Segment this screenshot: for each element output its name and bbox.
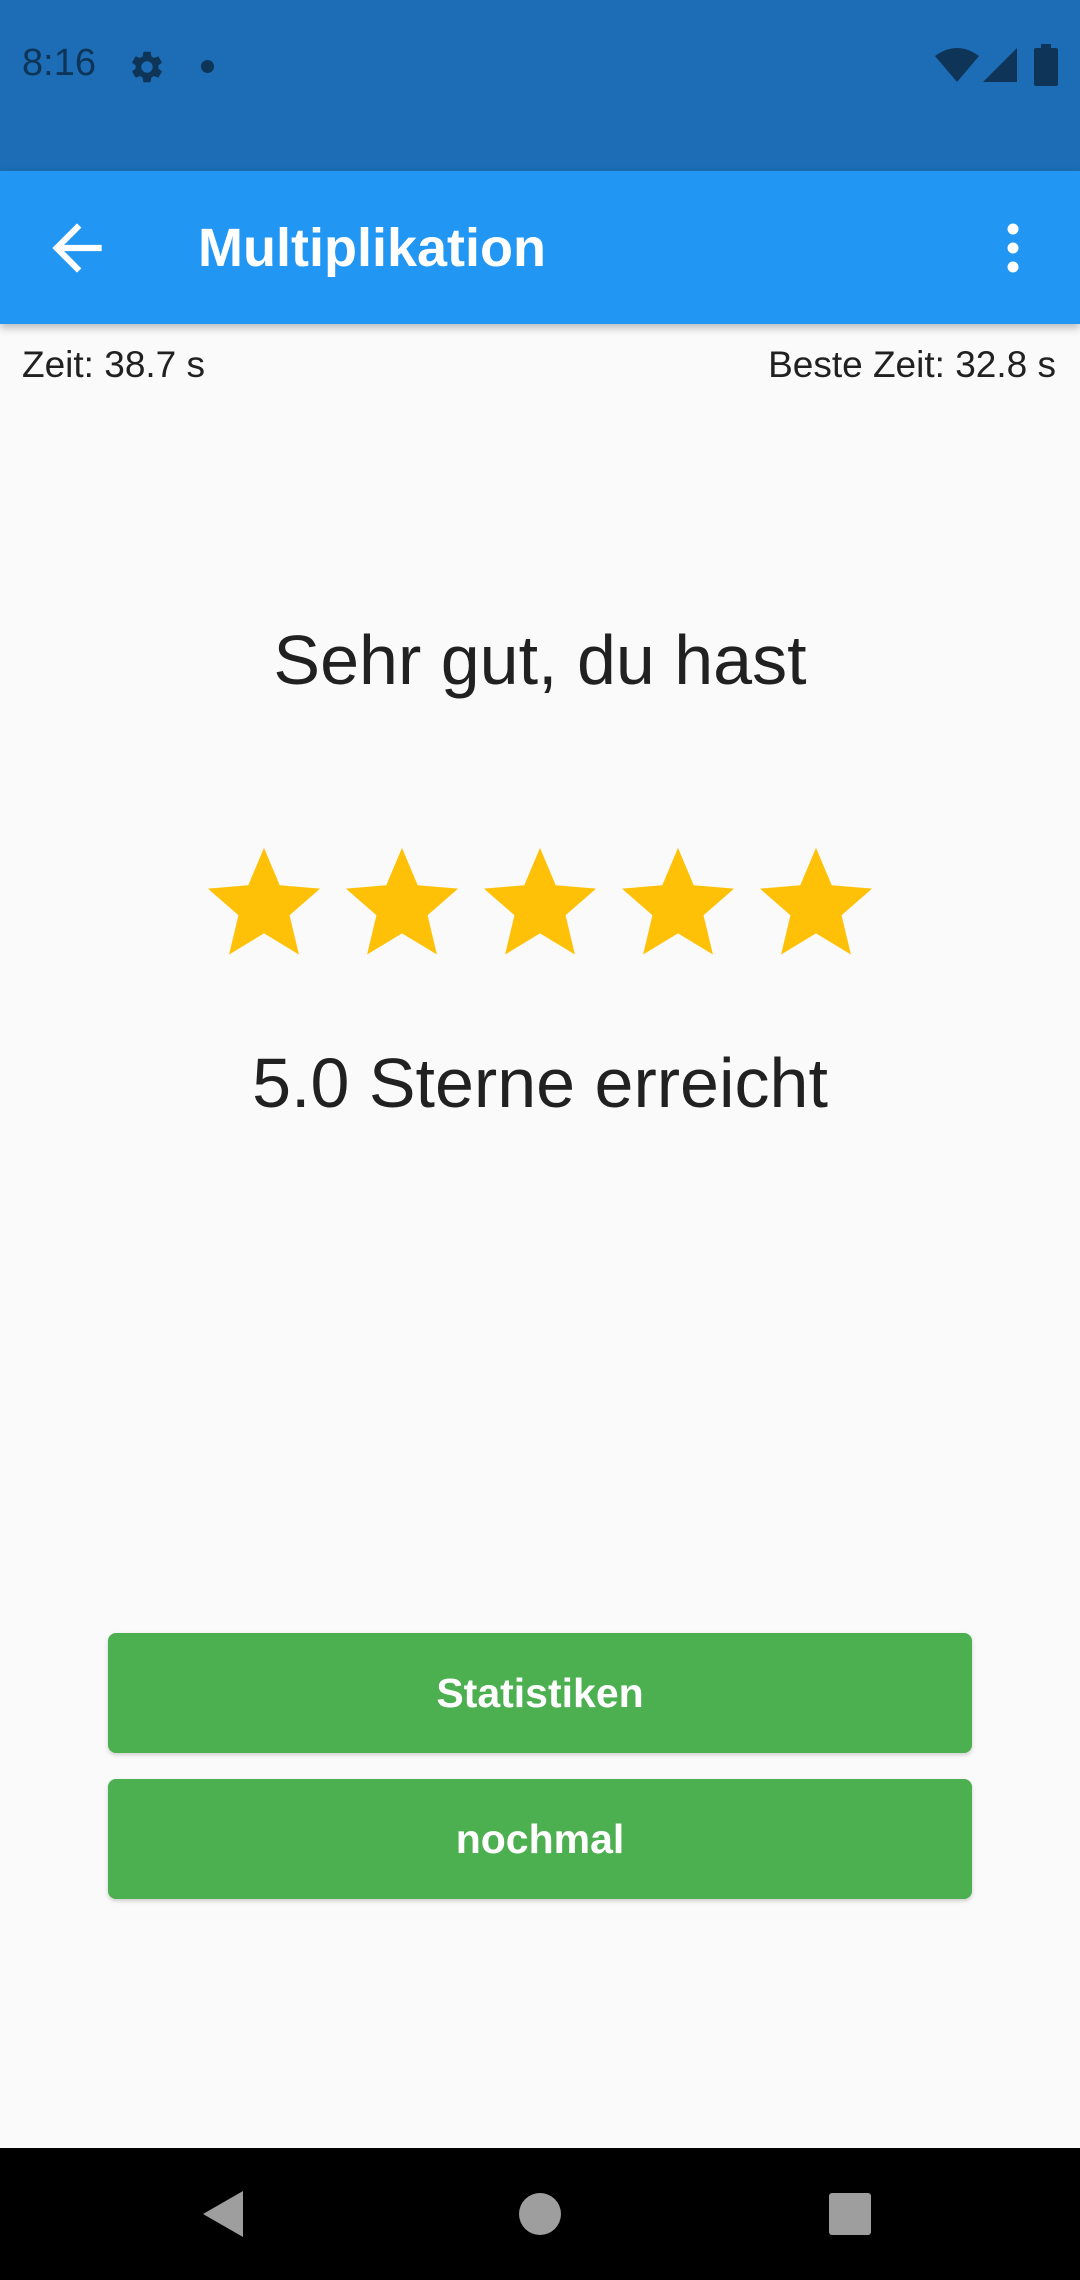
battery-icon xyxy=(1034,44,1058,86)
current-time-label: Zeit: 38.7 s xyxy=(22,344,206,385)
star-icon xyxy=(345,847,459,955)
try-again-button[interactable]: nochmal xyxy=(108,1779,972,1899)
nav-back-icon[interactable] xyxy=(203,2191,247,2237)
result-score-text: 5.0 Sterne erreicht xyxy=(252,1044,828,1122)
star-icon xyxy=(207,847,321,955)
back-button[interactable] xyxy=(40,211,114,285)
nav-recent-apps-icon[interactable] xyxy=(829,2193,871,2235)
result-heading: Sehr gut, du hast xyxy=(273,621,807,699)
navigation-bar xyxy=(0,2148,1080,2280)
star-icon xyxy=(483,847,597,955)
wifi-icon xyxy=(935,48,979,84)
signal-icon xyxy=(983,48,1019,84)
star-icon xyxy=(621,847,735,955)
star-rating xyxy=(0,840,1080,970)
screen: 8:16 Multiplikation Zeit: 38.7 s Beste Z… xyxy=(0,0,1080,2280)
statistics-button[interactable]: Statistiken xyxy=(108,1633,972,1753)
gear-icon xyxy=(128,48,166,86)
arrow-back-icon xyxy=(40,223,114,289)
best-time-label: Beste Zeit: 32.8 s xyxy=(768,344,1056,385)
nav-home-icon[interactable] xyxy=(519,2193,561,2235)
status-bar: 8:16 xyxy=(0,0,1080,171)
more-vert-icon xyxy=(990,223,1040,289)
overflow-menu-button[interactable] xyxy=(990,211,1040,285)
page-title: Multiplikation xyxy=(198,218,546,278)
app-bar: Multiplikation xyxy=(0,171,1080,324)
status-time: 8:16 xyxy=(22,42,96,84)
star-icon xyxy=(759,847,873,955)
notification-dot-icon xyxy=(201,60,214,73)
